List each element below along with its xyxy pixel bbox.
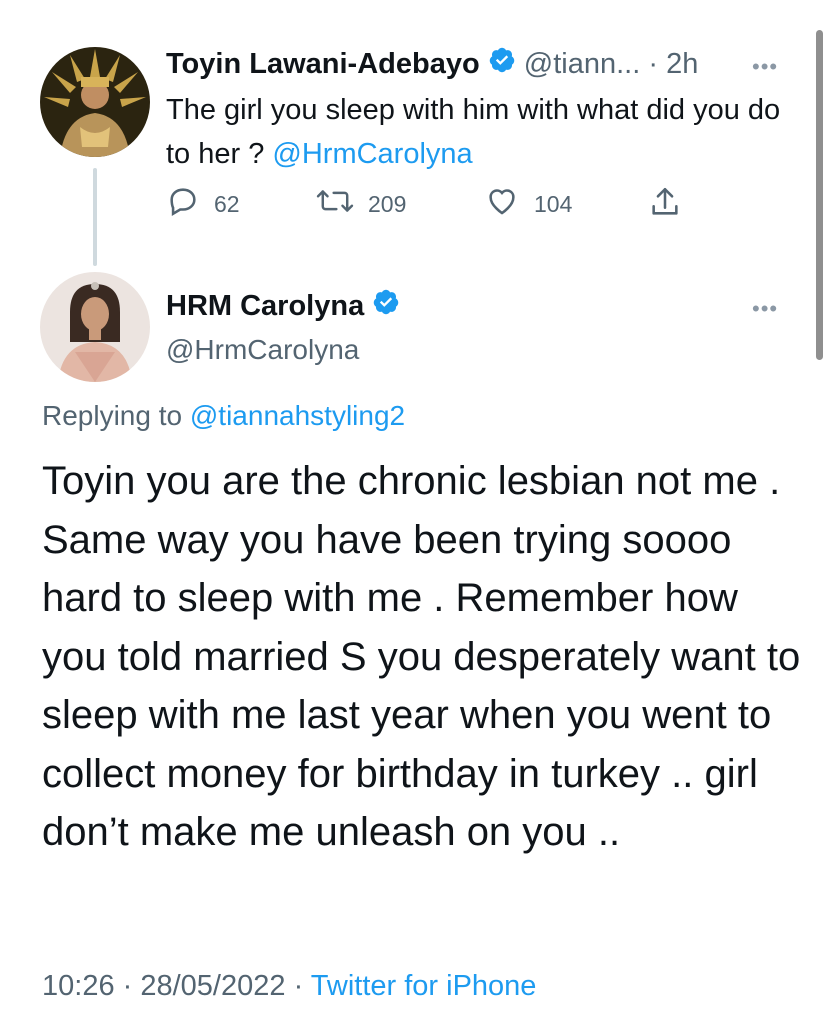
tweet2-author-name[interactable]: HRM Carolyna: [166, 286, 400, 327]
tweet2-footer: 10:26 · 28/05/2022 · Twitter for iPhone: [42, 966, 536, 1006]
thread-connector-line: [93, 168, 97, 266]
tweet1-text: The girl you sleep with him with what di…: [166, 88, 786, 176]
tweet1-handle[interactable]: @tiann...: [524, 48, 641, 80]
tweet2-more-icon[interactable]: •••: [752, 298, 778, 320]
verified-badge-icon: [372, 287, 400, 327]
replying-to-line: Replying to @tiannahstyling2: [42, 396, 405, 436]
tweet1-author-name[interactable]: Toyin Lawani-Adebayo: [166, 48, 480, 80]
scrollbar[interactable]: [816, 30, 823, 360]
tweet1-mention-link[interactable]: @HrmCarolyna: [272, 138, 472, 170]
retweet-button[interactable]: 209: [316, 184, 406, 224]
footer-separator: ·: [114, 970, 141, 1002]
footer-separator: ·: [285, 970, 311, 1002]
tweet2-handle[interactable]: @HrmCarolyna: [166, 330, 359, 370]
tweet2-time[interactable]: 10:26: [42, 970, 115, 1002]
tweet1-more-icon[interactable]: •••: [752, 56, 778, 78]
toyin-avatar[interactable]: [40, 47, 150, 157]
reply-icon: [166, 184, 214, 224]
tweet2-source-link[interactable]: Twitter for iPhone: [311, 970, 537, 1002]
replying-to-link[interactable]: @tiannahstyling2: [190, 400, 405, 431]
heart-icon: [484, 184, 534, 224]
like-count: 104: [534, 190, 573, 217]
share-icon: [648, 184, 696, 226]
carolyna-avatar[interactable]: [40, 272, 150, 382]
tweet1-text-content: The girl you sleep with him with what di…: [166, 94, 781, 170]
tweet2-body: Toyin you are the chronic lesbian not me…: [42, 459, 801, 854]
tweet1-separator: ·: [648, 48, 659, 80]
tweet1-timestamp[interactable]: 2h: [666, 48, 698, 80]
tweet2-author-name-text: HRM Carolyna: [166, 290, 365, 322]
reply-button[interactable]: 62: [166, 184, 240, 224]
retweet-count: 209: [368, 190, 407, 217]
tweet2-date[interactable]: 28/05/2022: [140, 970, 285, 1002]
tweet1-header: Toyin Lawani-Adebayo @tiann... · 2h: [166, 44, 698, 84]
replying-prefix: Replying to: [42, 400, 190, 431]
verified-badge-icon: [488, 45, 516, 85]
share-button[interactable]: [648, 184, 696, 226]
like-button[interactable]: 104: [484, 184, 572, 224]
retweet-icon: [316, 184, 368, 224]
reply-count: 62: [214, 190, 240, 217]
